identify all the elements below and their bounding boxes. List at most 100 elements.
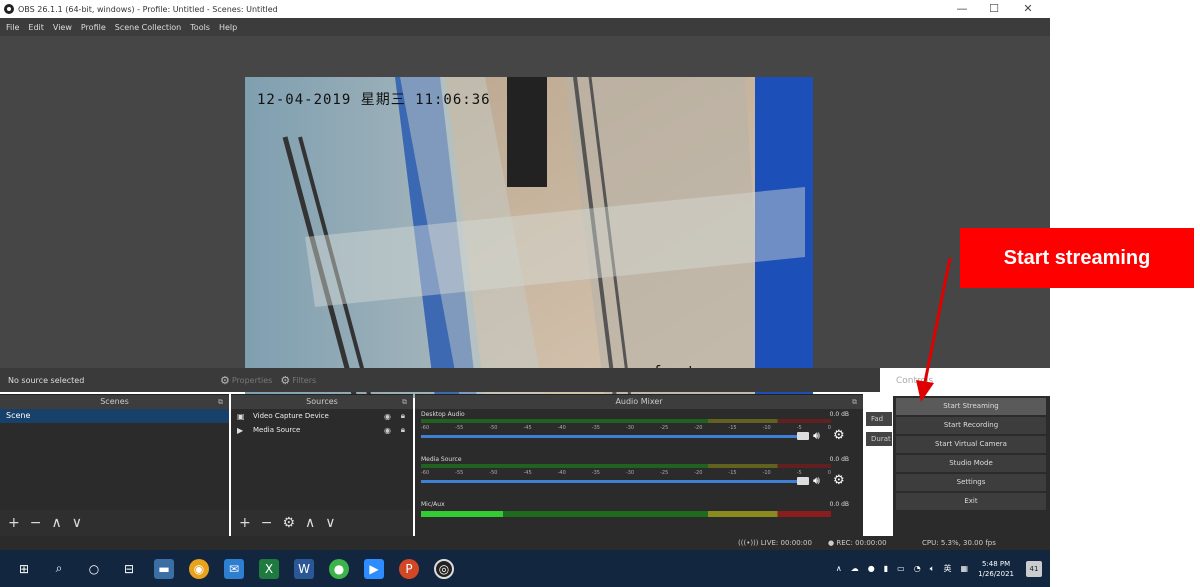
move-up-icon[interactable]: ∧ xyxy=(305,515,315,531)
word-icon[interactable]: W xyxy=(294,558,314,579)
wifi-icon[interactable]: ◔ xyxy=(914,564,921,573)
gear-icon[interactable]: ⚙ xyxy=(833,428,845,443)
scene-item[interactable]: Scene xyxy=(0,409,229,423)
move-down-icon[interactable]: ∨ xyxy=(325,515,335,531)
tick: -30 xyxy=(625,470,635,476)
channel-name: Media Source xyxy=(421,456,462,463)
title-bar: OBS 26.1.1 (64-bit, windows) - Profile: … xyxy=(0,0,1050,18)
move-down-icon[interactable]: ∨ xyxy=(72,515,82,531)
lock-icon[interactable]: 🔒︎ xyxy=(401,411,405,421)
search-icon[interactable]: ⌕ xyxy=(49,559,69,579)
add-source-icon[interactable]: + xyxy=(239,515,251,531)
wechat-icon[interactable]: ● xyxy=(329,558,349,579)
start-virtual-camera-button[interactable]: Start Virtual Camera xyxy=(896,436,1046,453)
tick: -50 xyxy=(489,425,498,431)
channel-db: 0.0 dB xyxy=(829,501,849,508)
start-recording-button[interactable]: Start Recording xyxy=(896,417,1046,434)
visibility-eye-icon[interactable]: ◉ xyxy=(384,412,391,421)
status-bar: (((•))) LIVE: 00:00:00 ● REC: 00:00:00 C… xyxy=(0,536,1050,550)
volume-slider-handle[interactable] xyxy=(797,477,809,485)
chevron-up-icon[interactable]: ∧ xyxy=(836,564,842,573)
menu-profile[interactable]: Profile xyxy=(81,23,106,32)
cortana-icon[interactable]: ○ xyxy=(84,559,104,579)
source-settings-icon[interactable]: ⚙ xyxy=(282,515,295,531)
visibility-eye-icon[interactable]: ◉ xyxy=(384,426,391,435)
notification-center-icon[interactable]: 41 xyxy=(1026,560,1042,577)
tick: -15 xyxy=(728,425,737,431)
minimize-button[interactable]: — xyxy=(952,2,972,15)
level-meter xyxy=(421,464,831,468)
task-view-icon[interactable]: ⊟ xyxy=(119,559,139,579)
studio-mode-button[interactable]: Studio Mode xyxy=(896,455,1046,472)
tick: -20 xyxy=(694,470,703,476)
speaker-icon[interactable]: 🔊︎ xyxy=(813,474,820,488)
menu-scene-collection[interactable]: Scene Collection xyxy=(115,23,182,32)
sources-title: Sources xyxy=(306,397,338,406)
volume-slider-handle[interactable] xyxy=(797,432,809,440)
microphone-icon[interactable]: ▮ xyxy=(884,564,888,573)
undock-icon[interactable]: ⧉ xyxy=(402,395,407,409)
move-up-icon[interactable]: ∧ xyxy=(51,515,61,531)
source-item[interactable]: ▶ Media Source ◉ 🔒︎ xyxy=(231,423,413,437)
obs-logo-icon xyxy=(4,4,14,14)
volume-icon[interactable]: 🔈︎ xyxy=(930,564,935,574)
maximize-button[interactable]: ☐ xyxy=(984,2,1004,15)
transition-fade-select[interactable]: Fad xyxy=(866,412,892,426)
file-explorer-icon[interactable]: ▬ xyxy=(154,558,174,579)
source-name: Media Source xyxy=(253,426,301,434)
windows-taskbar: ⊞ ⌕ ○ ⊟ ▬ ◉ ✉ X W ● ▶ P ◎ ∧ ☁ ● ▮ ▭ ◔ 🔈︎… xyxy=(0,550,1050,587)
controls-search-box[interactable]: Controls xyxy=(880,368,1050,392)
undock-icon[interactable]: ⧉ xyxy=(218,395,223,409)
preview-area[interactable]: 12-04-2019 星期三 11:06:36 front xyxy=(0,36,1050,398)
gear-icon[interactable]: ⚙ xyxy=(833,473,845,488)
settings-button[interactable]: Settings xyxy=(896,474,1046,491)
level-meter xyxy=(421,419,831,423)
menu-edit[interactable]: Edit xyxy=(28,23,44,32)
menu-view[interactable]: View xyxy=(53,23,72,32)
volume-slider[interactable] xyxy=(421,435,799,438)
filters-label: Filters xyxy=(292,375,317,385)
mixer-channel: Mic/Aux 0.0 dB xyxy=(415,499,863,529)
camera-timestamp: 12-04-2019 星期三 11:06:36 xyxy=(257,92,491,108)
speaker-icon[interactable]: 🔊︎ xyxy=(813,429,820,443)
windows-start-icon[interactable]: ⊞ xyxy=(14,559,34,579)
powerpoint-icon[interactable]: P xyxy=(399,558,419,579)
menu-file[interactable]: File xyxy=(6,23,19,32)
tick: -45 xyxy=(523,425,532,431)
meter-ticks: -60 -55 -50 -45 -40 -35 -30 -25 -20 -15 -10 -5 0 xyxy=(421,425,831,431)
sources-dock: Sources ⧉ ▣ Video Capture Device ◉ 🔒︎ ▶ M… xyxy=(231,394,413,536)
volume-slider[interactable] xyxy=(421,480,799,483)
ime-icon[interactable]: ▦ xyxy=(961,564,969,573)
close-button[interactable]: ✕ xyxy=(1018,2,1038,15)
remove-scene-icon[interactable]: − xyxy=(30,515,42,531)
audio-mixer-header: Audio Mixer ⧉ xyxy=(415,395,863,409)
lock-icon[interactable]: 🔒︎ xyxy=(401,425,405,435)
outlook-icon[interactable]: ✉ xyxy=(224,558,244,579)
add-scene-icon[interactable]: + xyxy=(8,515,20,531)
camera-scene-image xyxy=(245,77,813,398)
obs-taskbar-icon[interactable]: ◎ xyxy=(434,558,454,579)
exit-button[interactable]: Exit xyxy=(896,493,1046,510)
excel-icon[interactable]: X xyxy=(259,558,279,579)
properties-button[interactable]: ⚙ Properties xyxy=(220,374,272,387)
onedrive-icon[interactable]: ☁ xyxy=(851,564,859,573)
menu-tools[interactable]: Tools xyxy=(190,23,210,32)
transition-duration[interactable]: Durat xyxy=(866,432,892,446)
clock[interactable]: 5:48 PM 1/26/2021 xyxy=(978,559,1014,579)
filter-icon: ⚙ xyxy=(280,373,291,387)
source-toolbar: No source selected ⚙ Properties ⚙ Filters xyxy=(0,368,880,392)
undock-icon[interactable]: ⧉ xyxy=(852,395,857,409)
language-indicator[interactable]: 英 xyxy=(944,563,952,574)
tick: -10 xyxy=(762,470,771,476)
tick: -5 xyxy=(796,425,802,431)
zoom-icon[interactable]: ▶ xyxy=(364,558,384,579)
mixer-channel: Media Source 0.0 dB -60 -55 -50 -45 -40 -35 -3… xyxy=(415,454,863,499)
menu-help[interactable]: Help xyxy=(219,23,237,32)
filters-button[interactable]: ⚙ Filters xyxy=(280,374,316,387)
remove-source-icon[interactable]: − xyxy=(261,515,273,531)
start-streaming-button[interactable]: Start Streaming xyxy=(896,398,1046,415)
chrome-icon[interactable]: ◉ xyxy=(189,558,209,579)
app-tray-icon[interactable]: ● xyxy=(868,564,875,573)
network-icon[interactable]: ▭ xyxy=(897,564,905,573)
source-item[interactable]: ▣ Video Capture Device ◉ 🔒︎ xyxy=(231,409,413,423)
